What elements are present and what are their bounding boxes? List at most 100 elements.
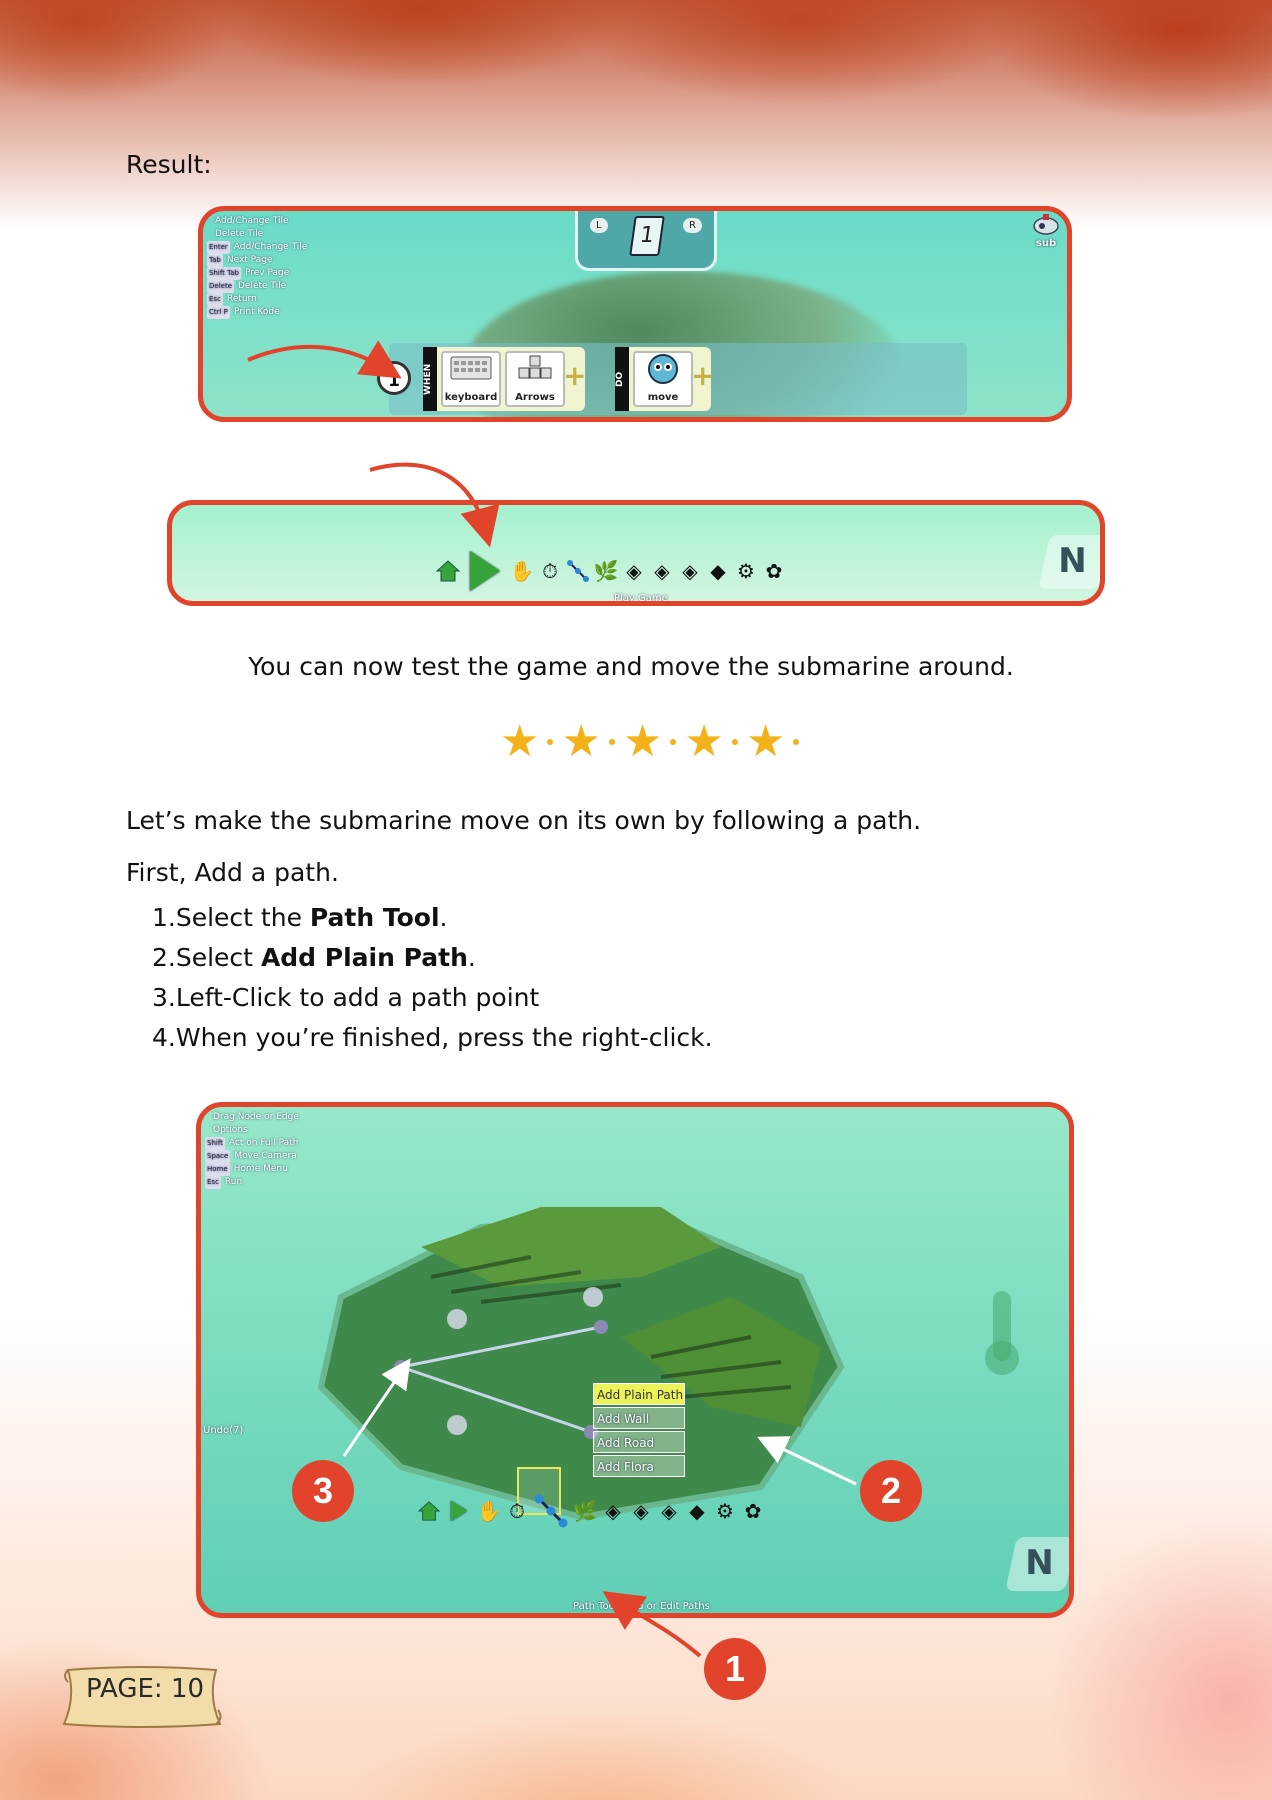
submarine-object[interactable] <box>583 1287 603 1307</box>
play-game-tooltip: Play Game <box>614 593 668 604</box>
keyboard-tile-label: keyboard <box>444 392 498 403</box>
menu-add-road[interactable]: Add Road <box>593 1431 685 1453</box>
when-section[interactable]: WHEN keyboard Arrows + <box>423 347 586 411</box>
page-selector[interactable]: L 1 R <box>575 211 717 271</box>
object-tool-icon[interactable]: ⏱ <box>536 557 564 585</box>
terrain-paint-icon[interactable]: 🌿 <box>592 557 620 585</box>
path-tool-tooltip: Path Tool: Add or Edit Paths <box>573 1601 710 1612</box>
hint-key: Esc <box>207 293 223 306</box>
step-item: 1.Select the Path Tool. <box>152 898 713 938</box>
step-text: Left-Click to add a path point <box>175 983 540 1012</box>
home-icon[interactable] <box>415 1497 443 1525</box>
step-text-end: . <box>439 903 448 932</box>
hint-key: Esc <box>205 1176 221 1189</box>
hint-text: Print Kode <box>233 307 280 317</box>
terrain-smooth-icon[interactable]: ◈ <box>627 1497 655 1525</box>
intro-text: Let’s make the submarine move on its own… <box>126 806 922 835</box>
add-do-icon[interactable]: + <box>691 359 714 392</box>
star-divider: ★ ★ ★ ★ ★ <box>500 720 807 764</box>
play-game-icon[interactable] <box>451 1501 467 1521</box>
move-tile-label: move <box>647 392 679 403</box>
hint-text: Return <box>226 294 257 304</box>
hand-icon[interactable]: ✋ <box>475 1497 503 1525</box>
page-number-label: PAGE: 10 <box>86 1674 205 1704</box>
dot-icon <box>670 739 677 745</box>
submarine-object[interactable] <box>447 1309 467 1329</box>
do-section[interactable]: DO move + <box>615 347 714 411</box>
screenshot-kode-editor: Add/Change Tile Delete Tile Enter Add/Cha… <box>198 206 1072 422</box>
step-list: 1.Select the Path Tool. 2.Select Add Pla… <box>152 898 713 1058</box>
star-icon: ★ <box>561 716 601 767</box>
undo-label[interactable]: Undo(7) <box>203 1425 243 1436</box>
delete-icon[interactable]: ⚙ <box>732 557 760 585</box>
hint-key: Home <box>205 1163 230 1176</box>
world-settings-icon[interactable]: ✿ <box>760 557 788 585</box>
home-icon[interactable] <box>434 557 462 585</box>
header-watercolor <box>0 0 1272 230</box>
path-node[interactable] <box>594 1320 608 1334</box>
compass-n-icon: N <box>1058 541 1087 581</box>
tool-bar: ✋ ⏱ 🌿 ◈ ◈ ◈ ◆ ⚙ ✿ <box>415 1491 767 1531</box>
step-number: 1. <box>152 903 176 932</box>
callout-2: 2 <box>860 1460 922 1522</box>
move-icon <box>648 354 678 384</box>
hand-icon[interactable]: ✋ <box>508 557 536 585</box>
path-tool-icon[interactable] <box>531 1491 571 1531</box>
arrows-tile[interactable]: Arrows <box>505 351 565 407</box>
hint-key: Ctrl P <box>207 306 230 319</box>
hint-text: Add/Change Tile <box>233 242 308 252</box>
when-label: WHEN <box>423 347 437 411</box>
arrows-tile-label: Arrows <box>515 392 555 403</box>
tool-bar: ✋ ⏱ 🌿 ◈ ◈ ◈ ◆ ⚙ ✿ <box>434 551 788 591</box>
keyboard-icon <box>450 356 492 380</box>
next-page-tab[interactable]: R <box>683 218 702 233</box>
object-tool-icon[interactable]: ⏱ <box>503 1497 531 1525</box>
hint-list: Add/Change Tile Delete Tile Enter Add/Cha… <box>207 215 307 319</box>
step-item: 3.Left-Click to add a path point <box>152 978 713 1018</box>
add-when-icon[interactable]: + <box>563 359 586 392</box>
hint-key: Enter <box>207 241 230 254</box>
voxel-island <box>317 1207 845 1521</box>
compass-n-icon: N <box>1025 1543 1054 1583</box>
prev-page-tab[interactable]: L <box>590 218 608 233</box>
play-game-icon[interactable] <box>470 551 500 591</box>
hint-text: Drag Node or Edge <box>213 1112 299 1122</box>
submarine-object[interactable] <box>447 1415 467 1435</box>
kode-row[interactable]: 1 WHEN keyboard Arrows + DO move + <box>377 343 967 415</box>
step-text: Select <box>175 943 261 972</box>
hint-text: Options <box>213 1125 248 1135</box>
character-badge[interactable]: sub <box>1031 211 1061 249</box>
water-icon[interactable]: ◆ <box>704 557 732 585</box>
first-text: First, Add a path. <box>126 858 339 887</box>
terrain-rough-icon[interactable]: ◈ <box>676 557 704 585</box>
terrain-rough-icon[interactable]: ◈ <box>655 1497 683 1525</box>
path-node[interactable] <box>394 1360 408 1374</box>
menu-add-plain-path[interactable]: Add Plain Path <box>593 1383 685 1405</box>
hint-key: Tab <box>207 254 223 267</box>
menu-add-wall[interactable]: Add Wall <box>593 1407 685 1429</box>
path-tool-icon[interactable] <box>564 557 592 585</box>
terrain-paint-icon[interactable]: 🌿 <box>571 1497 599 1525</box>
water-icon[interactable]: ◆ <box>683 1497 711 1525</box>
page-number: 1 <box>629 216 665 256</box>
step-item: 2.Select Add Plain Path. <box>152 938 713 978</box>
keyboard-tile[interactable]: keyboard <box>441 351 501 407</box>
path-menu: Add Plain Path Add Wall Add Road Add Flo… <box>593 1383 685 1479</box>
terrain-up-icon[interactable]: ◈ <box>599 1497 627 1525</box>
dot-icon <box>793 739 800 745</box>
step-item: 4.When you’re finished, press the right-… <box>152 1018 713 1058</box>
hint-key: Shift Tab <box>207 267 241 280</box>
character-label: sub <box>1035 238 1057 249</box>
do-label: DO <box>615 347 629 411</box>
menu-add-flora[interactable]: Add Flora <box>593 1455 685 1477</box>
hint-text: Home Menu <box>233 1164 288 1174</box>
row-number: 1 <box>377 361 411 395</box>
star-icon: ★ <box>622 716 663 767</box>
step-bold: Path Tool <box>309 903 440 932</box>
move-tile[interactable]: move <box>633 351 693 407</box>
dot-icon <box>608 739 615 745</box>
world-settings-icon[interactable]: ✿ <box>739 1497 767 1525</box>
delete-icon[interactable]: ⚙ <box>711 1497 739 1525</box>
terrain-smooth-icon[interactable]: ◈ <box>648 557 676 585</box>
terrain-up-icon[interactable]: ◈ <box>620 557 648 585</box>
